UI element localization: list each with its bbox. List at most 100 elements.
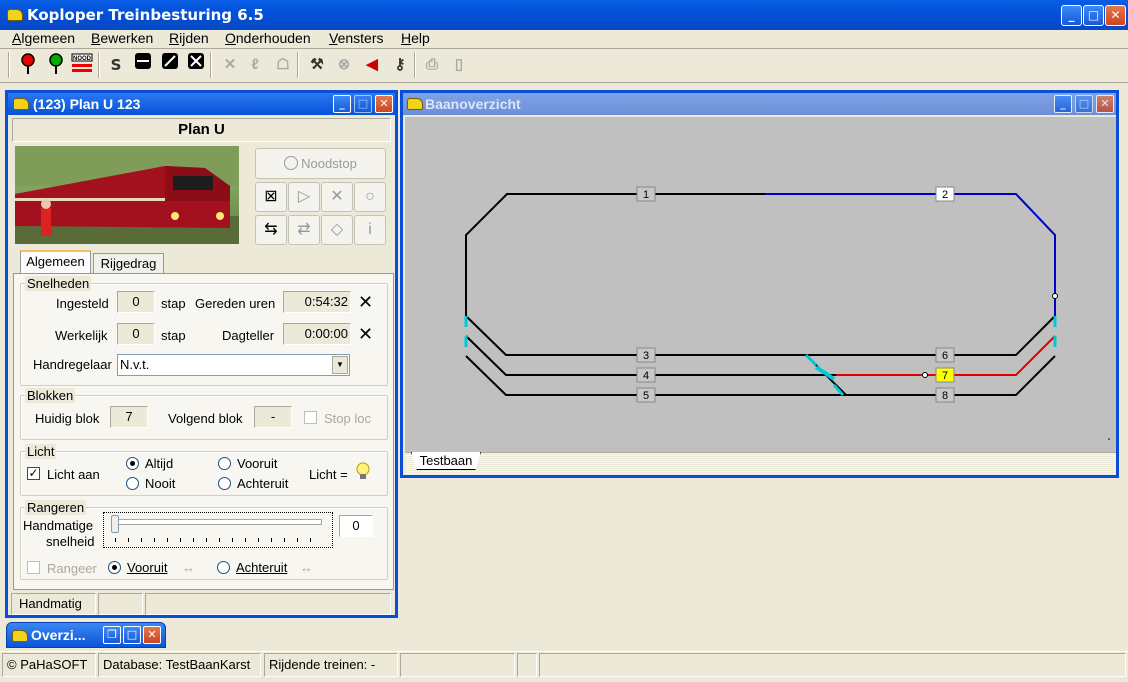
close-button[interactable]: ✕ — [1105, 5, 1126, 26]
hammer-icon[interactable]: ⚒ — [305, 52, 329, 78]
rangeer-checkbox[interactable] — [27, 561, 40, 574]
red-signal-icon[interactable] — [16, 52, 40, 78]
block-label-7[interactable]: 7 — [935, 367, 955, 383]
track-minimize-button[interactable]: _ — [1054, 95, 1072, 113]
status-cell-6 — [539, 653, 1126, 677]
restore-button[interactable]: ❐ — [103, 626, 121, 644]
track-train-icon — [407, 98, 423, 110]
print-icon[interactable]: ⎙ — [420, 52, 444, 78]
stop-button[interactable]: ⊠ — [255, 182, 287, 212]
speed-slider[interactable] — [103, 512, 333, 548]
slider-track — [114, 519, 322, 525]
tab-algemeen[interactable]: Algemeen — [20, 250, 91, 273]
block-1-text: 1 — [643, 189, 649, 201]
track-left-button[interactable]: ⇆ — [255, 215, 287, 245]
no-icon[interactable]: ⊗ — [332, 52, 356, 78]
ghost-icon[interactable]: ☖ — [271, 52, 295, 78]
slider-thumb[interactable] — [111, 515, 119, 533]
menu-bewerken[interactable]: Bewerken — [91, 29, 153, 47]
stop-loc-checkbox[interactable] — [304, 411, 317, 424]
dagteller-label: Dagteller — [222, 328, 275, 343]
status-database: Database: TestBaanKarst — [98, 653, 261, 677]
block-label-3[interactable]: 3 — [636, 347, 656, 363]
track-maximize-button[interactable]: □ — [1075, 95, 1093, 113]
track-right-button[interactable]: ⇄ — [288, 215, 320, 245]
tab-rijgedrag[interactable]: Rijgedrag — [93, 253, 164, 273]
block-label-4[interactable]: 4 — [636, 367, 656, 383]
block-label-1[interactable]: 1 — [636, 186, 656, 202]
block-label-6[interactable]: 6 — [935, 347, 955, 363]
speed-value: 0 — [339, 515, 373, 537]
arrows-icon-2: ↔ — [300, 560, 313, 575]
person-off-icon[interactable]: ℓ — [243, 52, 267, 78]
block-label-2[interactable]: 2 — [935, 186, 955, 202]
play-button[interactable]: ▷ — [288, 182, 320, 212]
block-icon[interactable] — [131, 52, 155, 78]
altijd-label: Altijd — [145, 456, 174, 471]
track-close-button[interactable]: ✕ — [1096, 95, 1114, 113]
speaker-icon[interactable]: ◀ — [360, 52, 384, 78]
block-4-text: 4 — [643, 370, 649, 382]
stop-loc-label: Stop loc — [324, 411, 371, 426]
minimized-train-icon — [12, 630, 28, 642]
licht-vooruit-radio[interactable] — [218, 457, 231, 470]
altijd-radio[interactable] — [126, 457, 139, 470]
s-icon[interactable]: S — [104, 52, 128, 78]
gereden-uren-label: Gereden uren — [195, 296, 276, 311]
loco-minimize-button[interactable]: _ — [333, 95, 351, 113]
circle-button[interactable]: ○ — [354, 182, 386, 212]
loco-window: (123) Plan U 123 _ □ ✕ Plan U Noodstop ⊠… — [5, 90, 398, 618]
reset-dagteller-icon[interactable]: ✕ — [358, 325, 373, 343]
minimized-maximize-button[interactable]: □ — [123, 626, 141, 644]
block-label-8[interactable]: 8 — [935, 387, 955, 403]
snelheden-title: Snelheden — [25, 276, 92, 291]
diamond-button[interactable]: ◇ — [321, 215, 353, 245]
rangeer-achteruit-radio[interactable] — [217, 561, 230, 574]
noodstop-button[interactable]: Noodstop — [255, 148, 386, 179]
block-label-5[interactable]: 5 — [636, 387, 656, 403]
block-3-text: 3 — [643, 350, 649, 362]
rangeer-vooruit-radio[interactable] — [108, 561, 121, 574]
diagonal-icon[interactable] — [158, 52, 182, 78]
track-canvas[interactable]: 1 2 3 4 5 6 7 8 — [405, 117, 1116, 452]
licht-title: Licht — [25, 444, 57, 459]
loco-close-button[interactable]: ✕ — [375, 95, 393, 113]
reset-gereden-icon[interactable]: ✕ — [358, 293, 373, 311]
cancel-route-button[interactable]: ✕ — [321, 182, 353, 212]
application-window: Koploper Treinbesturing 6.5 _ □ ✕ Algeme… — [0, 0, 1128, 682]
chevron-down-icon[interactable]: ▼ — [332, 356, 348, 374]
minimized-title: Overzi... — [31, 627, 86, 643]
menu-onderhouden[interactable]: Onderhouden — [225, 29, 311, 47]
stap-label-1: stap — [161, 296, 186, 311]
maximize-button[interactable]: □ — [1083, 5, 1104, 26]
walk-off-icon[interactable]: ✕ — [218, 52, 242, 78]
stap-label-2: stap — [161, 328, 186, 343]
loco-name-heading: Plan U — [12, 118, 391, 142]
minimize-button[interactable]: _ — [1061, 5, 1082, 26]
menu-algemeen[interactable]: Algemeen — [12, 29, 75, 47]
page-icon[interactable]: ▯ — [447, 52, 471, 78]
huidig-blok-value: 7 — [110, 406, 148, 428]
green-signal-icon[interactable] — [44, 52, 68, 78]
minimized-window[interactable]: Overzi... ❐ □ ✕ — [6, 622, 166, 648]
loco-status-cell-3 — [145, 593, 391, 615]
licht-achteruit-radio[interactable] — [218, 477, 231, 490]
nood-icon[interactable]: NOOD — [70, 52, 94, 78]
minimized-close-button[interactable]: ✕ — [143, 626, 161, 644]
handregelaar-select[interactable]: N.v.t. ▼ — [117, 354, 350, 376]
key-icon[interactable]: ⚷ — [388, 52, 412, 78]
menu-vensters[interactable]: Vensters — [329, 29, 384, 47]
menu-rijden[interactable]: Rijden — [169, 29, 209, 47]
menu-help[interactable]: Help — [401, 29, 430, 47]
block-8-text: 8 — [942, 390, 948, 402]
licht-vooruit-label: Vooruit — [237, 456, 278, 471]
status-rijdende: Rijdende treinen: - — [264, 653, 398, 677]
light-bulb-icon — [354, 461, 372, 481]
x-block-icon[interactable] — [184, 52, 208, 78]
block-5-text: 5 — [643, 390, 649, 402]
licht-aan-checkbox[interactable]: ✓ — [27, 467, 40, 480]
info-button[interactable]: i — [354, 215, 386, 245]
loco-maximize-button[interactable]: □ — [354, 95, 372, 113]
tab-testbaan[interactable]: Testbaan — [411, 452, 481, 470]
nooit-radio[interactable] — [126, 477, 139, 490]
